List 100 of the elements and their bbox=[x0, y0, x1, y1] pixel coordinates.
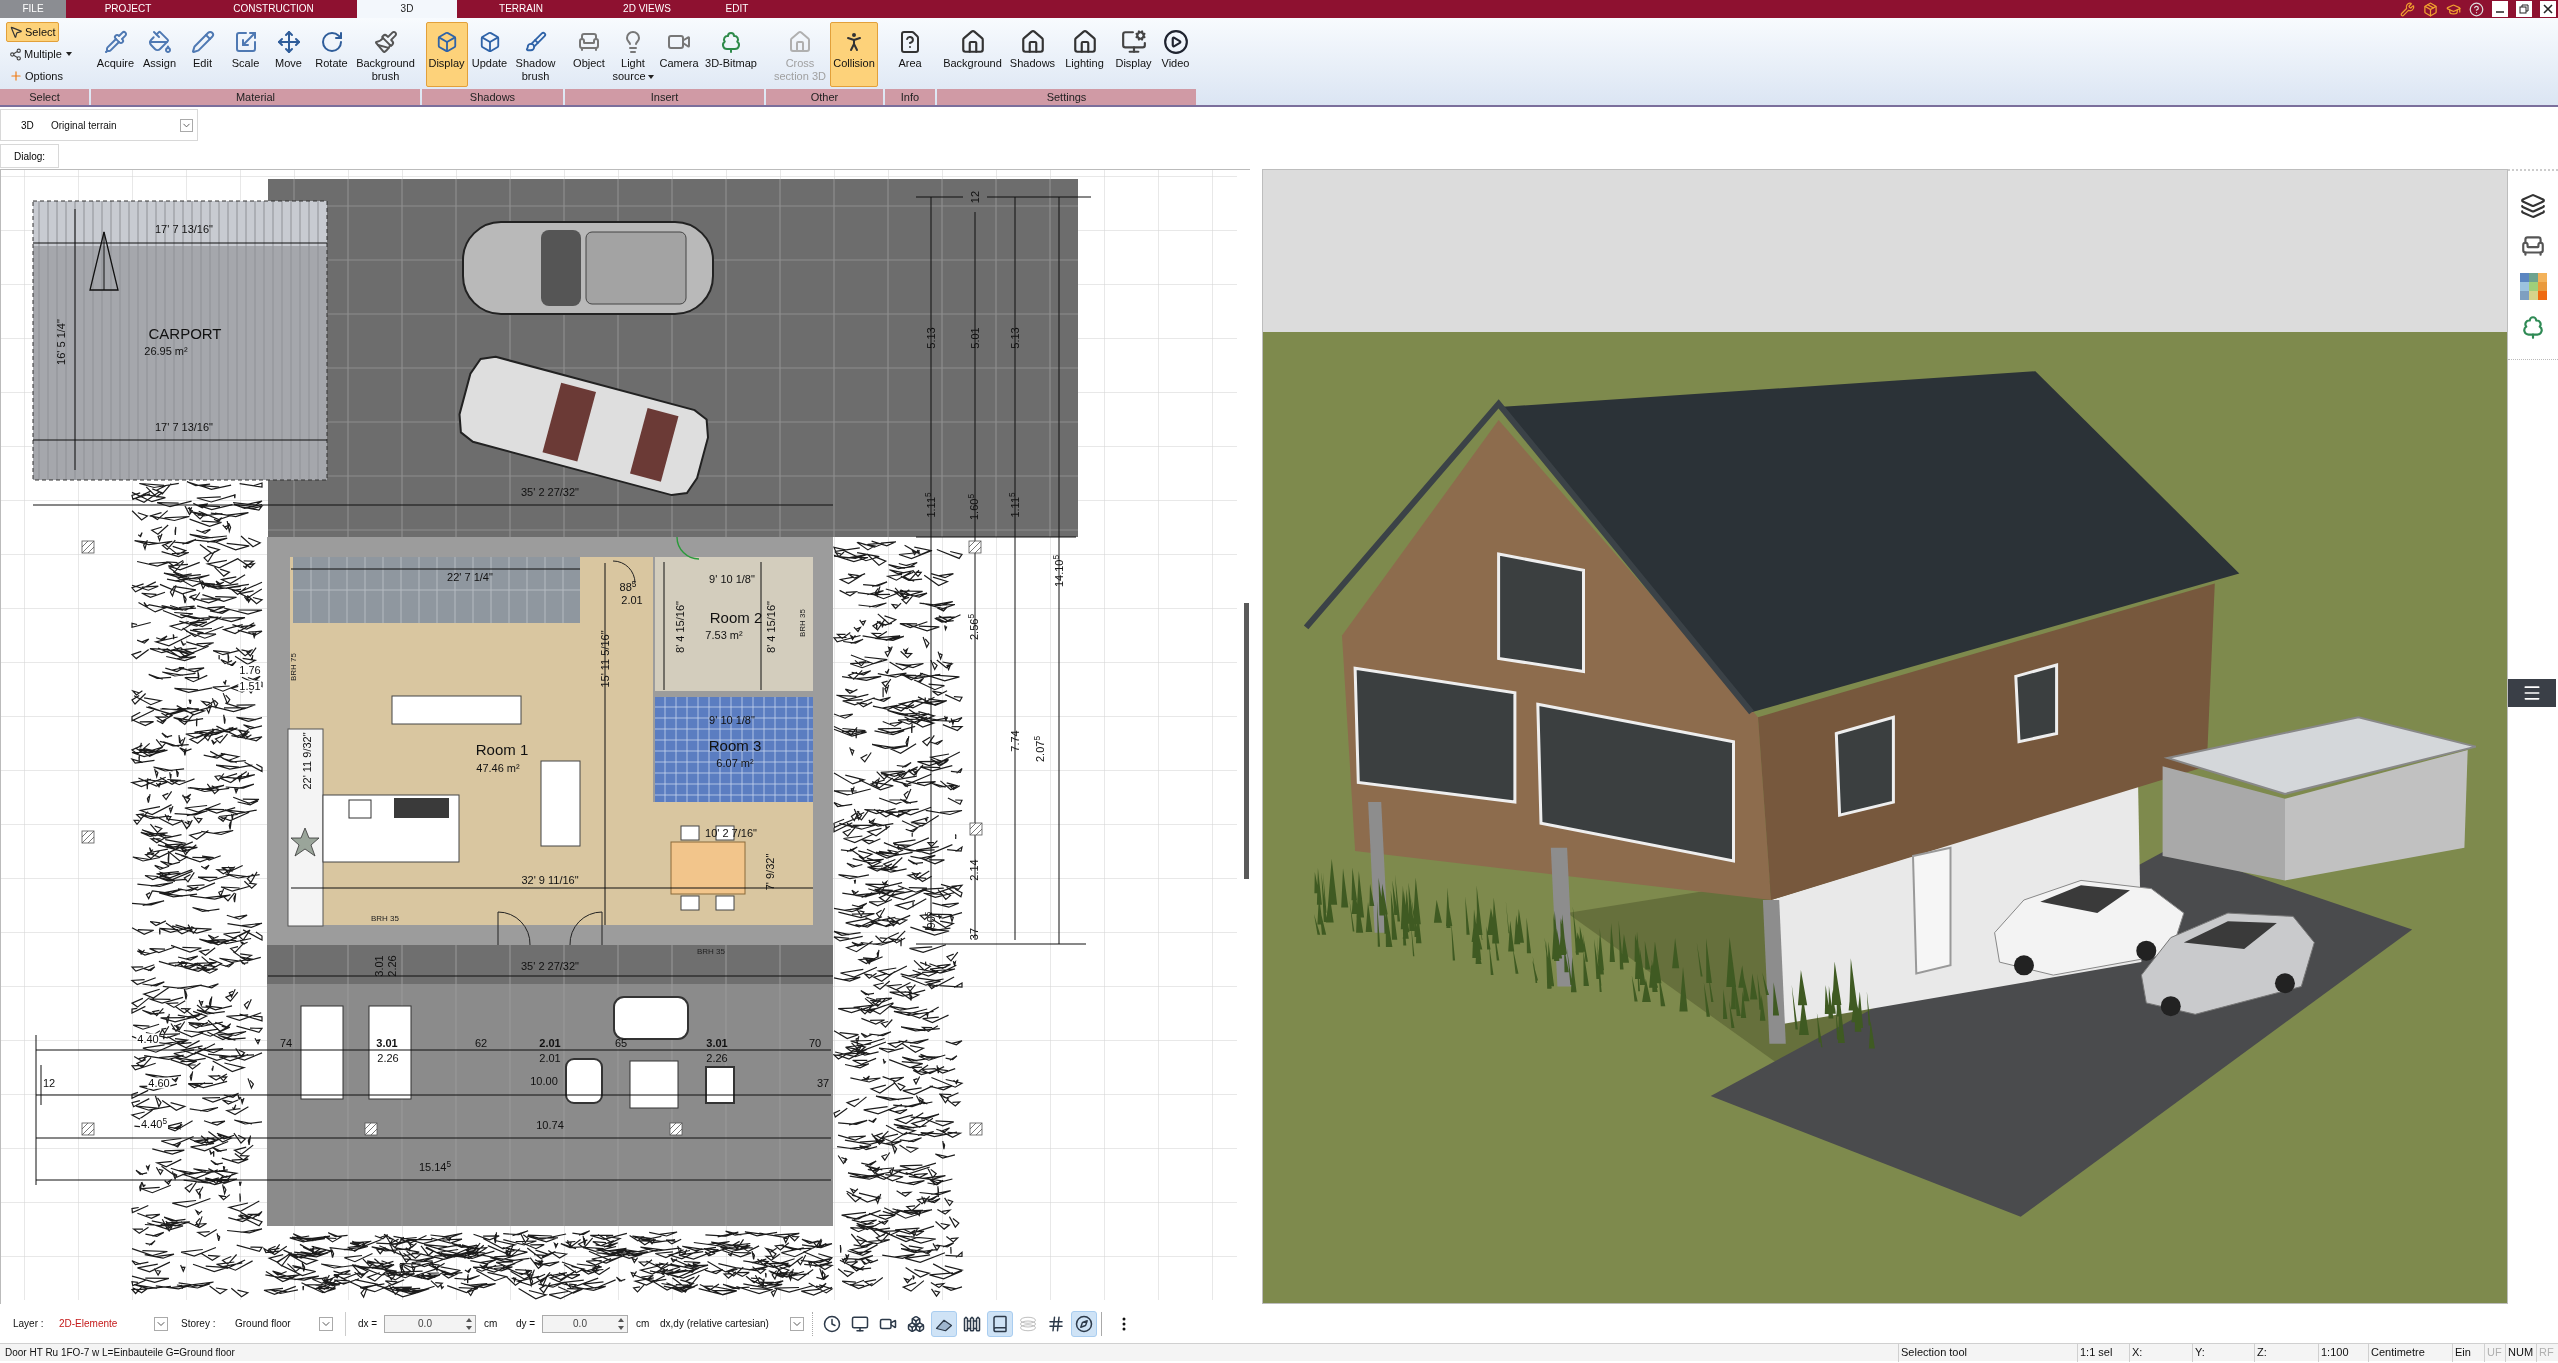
ribbon-button[interactable]: Edit bbox=[181, 22, 224, 87]
door-swing-arc bbox=[676, 536, 700, 560]
rotate-icon bbox=[319, 30, 344, 54]
storey-select[interactable]: Ground floor bbox=[223, 1313, 333, 1334]
ribbon-button[interactable]: Display bbox=[1110, 22, 1157, 87]
cube-icon bbox=[435, 31, 458, 53]
status-field: X: bbox=[2132, 1344, 2143, 1361]
side-table bbox=[705, 1066, 735, 1104]
house-icon bbox=[959, 29, 986, 55]
dimension-value: 2.14 bbox=[968, 859, 980, 881]
dimension-value: 12 bbox=[42, 1077, 56, 1089]
annotation-text: BRH 35 bbox=[799, 609, 807, 637]
ribbon-group-label: Insert bbox=[565, 89, 764, 105]
play-button-icon bbox=[1162, 29, 1189, 55]
armchair-icon bbox=[577, 30, 601, 54]
ribbon-button[interactable]: Area bbox=[890, 22, 930, 87]
dimension-value: 17' 7 13/16" bbox=[155, 223, 213, 235]
clock-icon bbox=[823, 1314, 841, 1333]
help-icon[interactable] bbox=[2469, 1, 2484, 17]
box-icon[interactable] bbox=[2423, 1, 2438, 17]
toolbar-button[interactable] bbox=[987, 1310, 1013, 1337]
ribbon-button[interactable]: Multiple bbox=[6, 44, 75, 64]
dy-input[interactable]: 0.0 bbox=[542, 1314, 628, 1333]
resize-icon bbox=[233, 30, 258, 54]
room-name: Room 1 bbox=[475, 741, 529, 757]
ribbon-button[interactable]: Camera bbox=[657, 22, 701, 87]
room-name: CARPORT bbox=[148, 325, 222, 341]
ribbon-group-label: Info bbox=[885, 89, 935, 105]
toolbar-button[interactable] bbox=[1071, 1310, 1097, 1337]
dimension-value: 74 bbox=[279, 1037, 293, 1049]
hatch-marker-icon bbox=[81, 540, 95, 554]
star-icon bbox=[290, 827, 320, 857]
wrench-icon[interactable] bbox=[2400, 1, 2415, 17]
layer-select[interactable]: 2D-Elemente bbox=[53, 1313, 168, 1334]
ribbon-button[interactable]: Background bbox=[939, 22, 1006, 87]
status-field: 1:100 bbox=[2321, 1344, 2349, 1361]
ribbon-button[interactable]: Scale bbox=[224, 22, 267, 87]
ribbon-button[interactable]: Background brush bbox=[353, 22, 418, 87]
status-field: Y: bbox=[2195, 1344, 2205, 1361]
graduation-cap-icon[interactable] bbox=[2446, 1, 2461, 17]
dimension-value: 22' 7 1/4" bbox=[447, 571, 493, 583]
ribbon-button[interactable]: Assign bbox=[138, 22, 181, 87]
ribbon-button[interactable]: Object bbox=[569, 22, 609, 87]
coordinate-mode-select[interactable]: dx,dy (relative cartesian) bbox=[658, 1313, 804, 1334]
toolbar-button[interactable] bbox=[931, 1310, 957, 1337]
dimension-value: 15' 11 5/16" bbox=[599, 630, 611, 688]
ribbon-group-label: Other bbox=[766, 89, 883, 105]
ribbon-button[interactable]: Shadow brush bbox=[511, 22, 560, 87]
dimension-value: 3.01 bbox=[706, 1037, 728, 1049]
book-icon bbox=[991, 1314, 1009, 1333]
question-document-icon bbox=[898, 30, 922, 54]
ribbon-button[interactable]: Move bbox=[267, 22, 310, 87]
panel-toggle-button[interactable] bbox=[2508, 679, 2556, 707]
ribbon-button[interactable]: 3D-Bitmap bbox=[702, 22, 760, 87]
dimension-value: 37 bbox=[816, 1077, 830, 1089]
terrain-select[interactable]: Original terrain bbox=[51, 115, 193, 135]
ribbon-button[interactable]: Acquire bbox=[93, 22, 138, 87]
ribbon-button[interactable]: Light source bbox=[610, 22, 656, 87]
dimension-value: 35' 2 27/32" bbox=[521, 960, 579, 972]
hatch-marker-icon bbox=[364, 1122, 378, 1136]
ribbon-button[interactable]: Update bbox=[468, 22, 511, 87]
dimension-value: 9' 10 1/8" bbox=[709, 573, 755, 585]
pipette-icon bbox=[103, 30, 128, 54]
ribbon-button[interactable]: Lighting bbox=[1059, 22, 1110, 87]
minimize-icon[interactable] bbox=[2492, 1, 2508, 17]
close-icon[interactable] bbox=[2540, 1, 2556, 17]
dimension-value: 10.00 bbox=[530, 1075, 558, 1087]
ribbon-button[interactable]: Rotate bbox=[310, 22, 353, 87]
layers-icon[interactable] bbox=[2520, 193, 2546, 219]
ribbon-button[interactable]: Options bbox=[6, 66, 66, 86]
status-field: UF bbox=[2487, 1344, 2502, 1361]
dimension-value: 9' 10 1/8" bbox=[709, 714, 755, 726]
hatch-marker-icon bbox=[969, 822, 983, 836]
tree-icon[interactable] bbox=[2520, 314, 2546, 340]
menu-tab[interactable]: 3D bbox=[357, 0, 457, 18]
ribbon-button[interactable]: Display bbox=[425, 22, 468, 87]
dimension-value: 22' 11 9/32" bbox=[301, 732, 313, 790]
monitor-icon bbox=[851, 1314, 869, 1333]
annotation-text: BRH 75 bbox=[290, 653, 298, 681]
dimension-value: 8' 4 15/16" bbox=[765, 601, 777, 653]
view-label: 3D bbox=[21, 118, 35, 133]
dx-label: dx = bbox=[358, 1317, 379, 1331]
ribbon-button[interactable]: Collision bbox=[830, 22, 878, 87]
dimension-value: 2.26 bbox=[706, 1052, 728, 1064]
ribbon-button[interactable]: Shadows bbox=[1006, 22, 1059, 87]
dimension-value: 70 bbox=[808, 1037, 822, 1049]
dimension-value: 35' 2 27/32" bbox=[521, 486, 579, 498]
color-swatch-grid-icon[interactable] bbox=[2519, 273, 2547, 300]
more-options-icon[interactable] bbox=[1122, 1316, 1126, 1331]
dimension-value: 1.51 bbox=[238, 680, 262, 692]
ribbon-button[interactable]: Select bbox=[6, 22, 59, 42]
dimension-value: 7.74 bbox=[1009, 730, 1021, 752]
dimension-value: 10.74 bbox=[536, 1119, 564, 1131]
ribbon-button[interactable]: Video bbox=[1157, 22, 1194, 87]
chair-icon[interactable] bbox=[2520, 233, 2546, 259]
tree-icon bbox=[719, 30, 743, 54]
dx-input[interactable]: 0.0 bbox=[384, 1314, 476, 1333]
coffee-table bbox=[629, 1060, 679, 1109]
restore-icon[interactable] bbox=[2516, 1, 2532, 17]
scrollbar-thumb[interactable] bbox=[1244, 603, 1249, 879]
